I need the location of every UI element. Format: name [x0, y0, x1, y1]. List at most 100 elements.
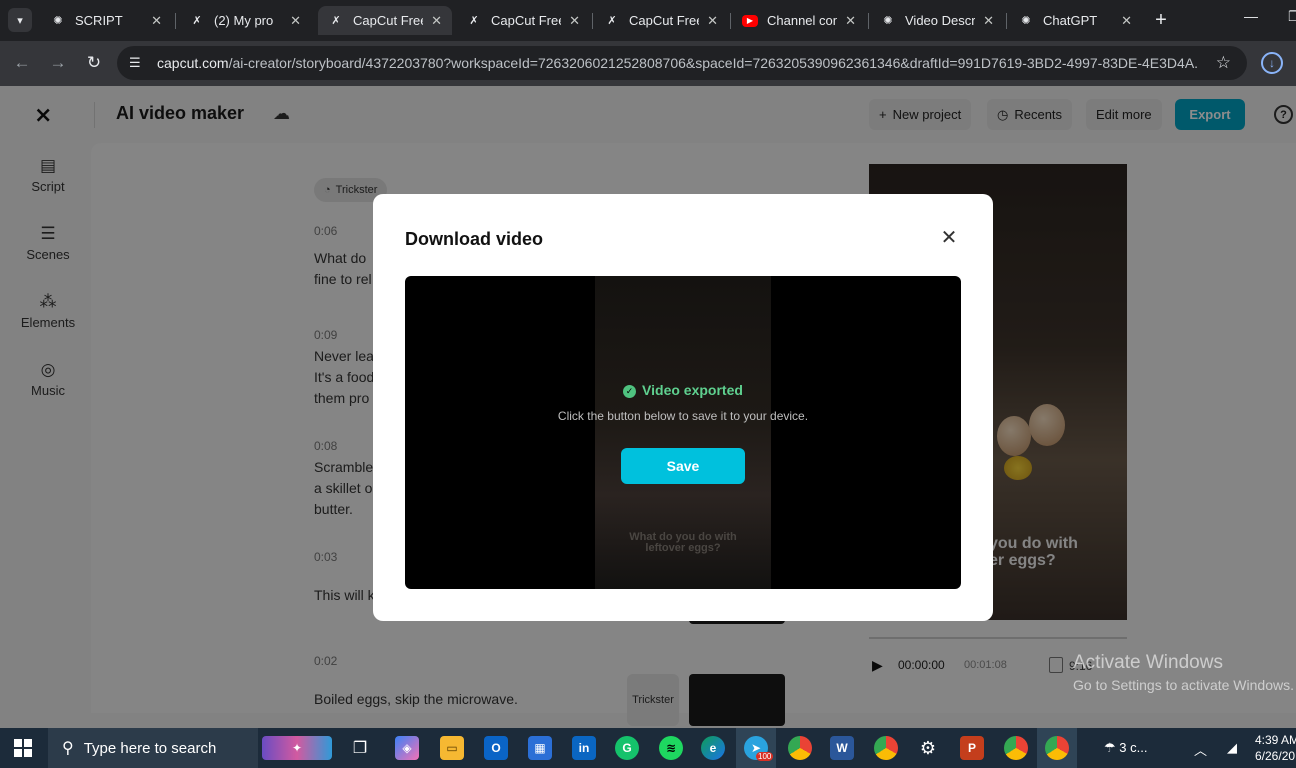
export-status: ✓ Video exported	[405, 382, 961, 398]
spotify-icon[interactable]: ≋	[659, 736, 683, 760]
close-icon[interactable]: ✕	[939, 228, 959, 248]
dialog-title: Download video	[405, 229, 544, 249]
tab-capcut-2[interactable]: ✗ CapCut Free ✕	[456, 6, 590, 35]
frame-caption-line: leftover eggs?	[645, 542, 721, 554]
tab-title: ChatGPT	[1043, 13, 1098, 28]
download-video-dialog: Download video ✕ What do you do with lef…	[373, 194, 993, 621]
chatgpt-icon: ✺	[1021, 15, 1031, 27]
tab-channel-content[interactable]: ▶ Channel con ✕	[732, 6, 866, 35]
chevron-down-icon: ▾	[17, 14, 23, 27]
tab-title: SCRIPT	[75, 13, 123, 28]
taskbar-search[interactable]: ⚲ Type here to search	[48, 728, 258, 768]
tab-title: Channel con	[767, 13, 838, 28]
bookmark-star-icon[interactable]: ☆	[1216, 53, 1231, 73]
tab-title: Video Descri	[905, 13, 976, 28]
exported-video-panel: What do you do with leftover eggs? ✓ Vide…	[405, 276, 961, 589]
taskbar-clock[interactable]: 4:39 AM 6/26/20	[1255, 732, 1296, 764]
save-hint: Click the button below to save it to you…	[557, 409, 809, 423]
youtube-icon: ▶	[742, 14, 758, 27]
umbrella-icon: ☂	[1104, 740, 1116, 755]
restore-window-button[interactable]: ❐	[1288, 8, 1296, 25]
settings-gear-icon[interactable]: ⚙	[916, 736, 940, 760]
browser-tab-strip: ▾ ✺ SCRIPT ✕ ✗ (2) My pro ✕ ✗ CapCut Fre…	[0, 0, 1296, 41]
tab-script[interactable]: ✺ SCRIPT ✕	[40, 6, 172, 35]
clock-time: 4:39 AM	[1255, 733, 1296, 747]
windows-start-icon[interactable]	[14, 739, 32, 757]
download-icon[interactable]: ↓	[1261, 52, 1283, 74]
task-view-icon[interactable]: ❐	[348, 736, 372, 760]
outlook-icon[interactable]: O	[484, 736, 508, 760]
chatgpt-icon: ✺	[53, 15, 63, 27]
activate-windows-hint: Go to Settings to activate Windows.	[1073, 677, 1294, 693]
forward-button[interactable]: →	[47, 52, 69, 74]
edge-icon[interactable]: e	[701, 736, 725, 760]
tab-separator	[592, 13, 593, 29]
url-host: capcut.com	[157, 55, 229, 71]
tab-video-description[interactable]: ✺ Video Descri ✕	[870, 6, 1004, 35]
tab-capcut-active[interactable]: ✗ CapCut Free ✕	[318, 6, 452, 35]
capcut-icon: ✗	[331, 15, 341, 27]
file-explorer-icon[interactable]: ▭	[440, 736, 464, 760]
telegram-badge: 100	[756, 752, 774, 761]
tab-title: CapCut Free	[491, 13, 562, 28]
tab-search-button[interactable]: ▾	[8, 8, 32, 32]
arrow-left-icon: ←	[13, 53, 31, 72]
linkedin-icon[interactable]: in	[572, 736, 596, 760]
reload-button[interactable]: ↻	[83, 52, 105, 74]
url-text: capcut.com/ai-creator/storyboard/4372203…	[157, 55, 1197, 71]
export-status-text: Video exported	[642, 382, 743, 398]
tab-chatgpt[interactable]: ✺ ChatGPT ✕	[1008, 6, 1142, 35]
chrome-active-icon[interactable]	[1045, 736, 1069, 760]
tab-separator	[730, 13, 731, 29]
powerpoint-icon[interactable]: P	[960, 736, 984, 760]
close-tab-icon[interactable]: ✕	[569, 13, 580, 29]
taskbar-search-placeholder: Type here to search	[83, 739, 217, 757]
url-path: /ai-creator/storyboard/4372203780?worksp…	[228, 55, 1197, 71]
capcut-icon: ✗	[469, 15, 479, 27]
microsoft-store-icon[interactable]: ▦	[528, 736, 552, 760]
close-tab-icon[interactable]: ✕	[983, 13, 994, 29]
save-button[interactable]: Save	[621, 448, 745, 484]
weather-text: 3 c...	[1119, 740, 1148, 755]
clock-date: 6/26/20	[1255, 749, 1296, 763]
back-button[interactable]: ←	[11, 52, 33, 74]
tab-separator	[1006, 13, 1007, 29]
tab-title: CapCut Free	[629, 13, 700, 28]
weather-widget[interactable]: ☂ 3 c...	[1104, 740, 1147, 756]
capcut-icon: ✗	[192, 15, 202, 27]
show-hidden-icons-icon[interactable]: ︿	[1194, 740, 1207, 759]
close-tab-icon[interactable]: ✕	[707, 13, 718, 29]
close-tab-icon[interactable]: ✕	[290, 13, 301, 29]
tab-title: (2) My pro	[214, 13, 274, 28]
tab-title: CapCut Free	[353, 13, 424, 28]
windows-taskbar: ⚲ Type here to search ✦ ❐ ◈ ▭ O ▦ in G ≋…	[0, 728, 1296, 768]
grammarly-icon[interactable]: G	[615, 736, 639, 760]
address-bar[interactable]: ☰ capcut.com/ai-creator/storyboard/43722…	[117, 46, 1247, 80]
close-tab-icon[interactable]: ✕	[845, 13, 856, 29]
minimize-window-button[interactable]: —	[1244, 8, 1258, 24]
plus-icon: +	[1155, 8, 1167, 31]
chatgpt-icon: ✺	[883, 15, 893, 27]
chrome-icon[interactable]	[788, 736, 812, 760]
chrome-profile-icon[interactable]	[1004, 736, 1028, 760]
search-highlight-icon[interactable]: ✦	[262, 736, 332, 760]
reload-icon: ↻	[86, 53, 102, 72]
arrow-right-icon: →	[49, 53, 67, 72]
site-settings-icon[interactable]: ☰	[129, 55, 149, 71]
tab-capcut-3[interactable]: ✗ CapCut Free ✕	[594, 6, 728, 35]
new-tab-button[interactable]: +	[1150, 8, 1172, 32]
tab-separator	[868, 13, 869, 29]
copilot-icon[interactable]: ◈	[395, 736, 419, 760]
wifi-icon[interactable]: ◢	[1227, 740, 1237, 756]
close-tab-icon[interactable]: ✕	[1121, 13, 1132, 29]
capcut-icon: ✗	[607, 15, 617, 27]
browser-toolbar: ← → ↻ ☰ capcut.com/ai-creator/storyboard…	[0, 41, 1296, 86]
activate-windows-watermark: Activate Windows	[1073, 652, 1223, 673]
word-icon[interactable]: W	[830, 736, 854, 760]
tab-my-projects[interactable]: ✗ (2) My pro ✕	[179, 6, 311, 35]
close-tab-icon[interactable]: ✕	[431, 13, 442, 29]
close-tab-icon[interactable]: ✕	[151, 13, 162, 29]
chrome-profile-icon[interactable]	[874, 736, 898, 760]
tab-separator	[175, 13, 176, 29]
search-icon: ⚲	[62, 740, 74, 757]
